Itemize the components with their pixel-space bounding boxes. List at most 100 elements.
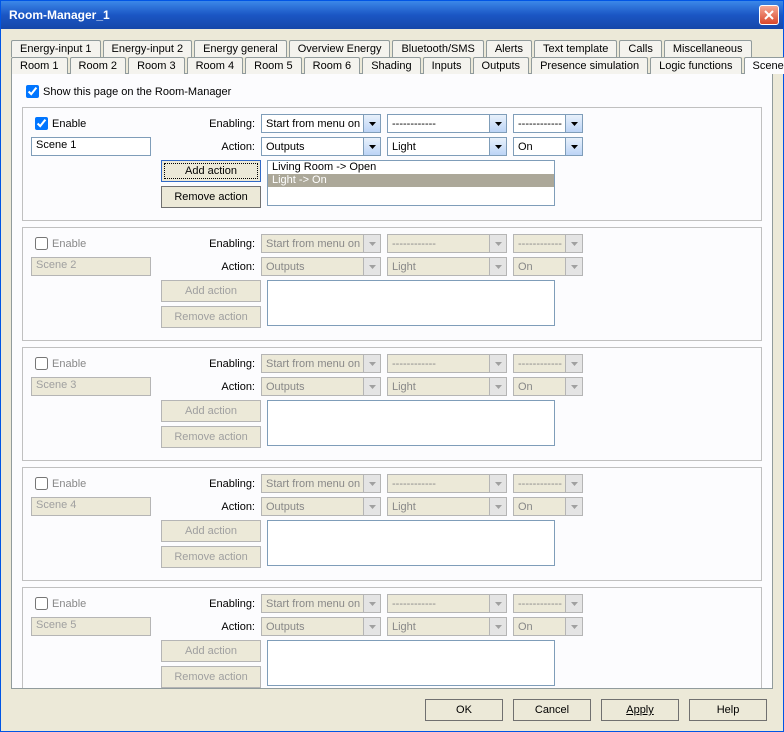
chevron-down-icon: [565, 235, 582, 252]
scene-group-5: EnableEnabling:Start from menu on-------…: [22, 587, 762, 689]
chevron-down-icon: [489, 475, 506, 492]
scene-name-input: Scene 5: [31, 617, 151, 636]
chevron-down-icon: [565, 115, 582, 132]
enable-checkbox[interactable]: [35, 237, 48, 250]
close-button[interactable]: [759, 5, 779, 25]
enable-label: Enable: [52, 358, 86, 370]
select: Light: [387, 377, 507, 396]
cancel-button[interactable]: Cancel: [513, 699, 591, 721]
show-page-label: Show this page on the Room-Manager: [43, 86, 231, 98]
remove-action-button[interactable]: Remove action: [161, 186, 261, 208]
action-label: Action:: [141, 381, 261, 393]
select-value: Start from menu on: [262, 237, 363, 251]
tab-room-4[interactable]: Room 4: [187, 57, 244, 74]
apply-button[interactable]: Apply: [601, 699, 679, 721]
select: Start from menu on: [261, 474, 381, 493]
select-value: ------------: [514, 117, 565, 131]
action-label: Action:: [141, 621, 261, 633]
enabling-label: Enabling:: [141, 238, 261, 250]
tab-room-5[interactable]: Room 5: [245, 57, 302, 74]
show-page-checkbox[interactable]: [26, 85, 39, 98]
window-title: Room-Manager_1: [5, 8, 110, 22]
select: Outputs: [261, 377, 381, 396]
enable-label: Enable: [52, 478, 86, 490]
chevron-down-icon: [489, 258, 506, 275]
select-value: Light: [388, 500, 489, 514]
scenes-host: EnableEnabling:Start from menu on-------…: [22, 107, 762, 689]
tab-shading[interactable]: Shading: [362, 57, 420, 74]
chevron-down-icon: [565, 498, 582, 515]
scene-name-input: Scene 2: [31, 257, 151, 276]
tab-energy-input-1[interactable]: Energy-input 1: [11, 40, 101, 57]
chevron-down-icon: [363, 378, 380, 395]
select[interactable]: ------------: [387, 114, 507, 133]
select: On: [513, 497, 583, 516]
show-page-row: Show this page on the Room-Manager: [22, 82, 762, 101]
scene-group-4: EnableEnabling:Start from menu on-------…: [22, 467, 762, 581]
select[interactable]: On: [513, 137, 583, 156]
action-label: Action:: [141, 141, 261, 153]
enable-checkbox[interactable]: [35, 117, 48, 130]
list-item[interactable]: Living Room -> Open: [268, 161, 554, 174]
tab-outputs[interactable]: Outputs: [473, 57, 530, 74]
scene-name-input[interactable]: Scene 1: [31, 137, 151, 156]
tab-logic-functions[interactable]: Logic functions: [650, 57, 741, 74]
enable-label: Enable: [52, 118, 86, 130]
content: Energy-input 1Energy-input 2Energy gener…: [1, 29, 783, 731]
select: ------------: [513, 234, 583, 253]
enable-checkbox[interactable]: [35, 477, 48, 490]
select: Start from menu on: [261, 594, 381, 613]
tab-room-6[interactable]: Room 6: [304, 57, 361, 74]
select: On: [513, 377, 583, 396]
tab-energy-general[interactable]: Energy general: [194, 40, 287, 57]
tab-miscellaneous[interactable]: Miscellaneous: [664, 40, 752, 57]
add-action-button[interactable]: Add action: [161, 160, 261, 182]
remove-action-button: Remove action: [161, 306, 261, 328]
tab-set: Energy-input 1Energy-input 2Energy gener…: [11, 39, 773, 73]
enabling-label: Enabling:: [141, 118, 261, 130]
chevron-down-icon: [565, 355, 582, 372]
list-item[interactable]: Light -> On: [268, 174, 554, 187]
scene-name-input: Scene 4: [31, 497, 151, 516]
tab-room-2[interactable]: Room 2: [70, 57, 127, 74]
select-value: ------------: [388, 477, 489, 491]
tab-bluetooth-sms[interactable]: Bluetooth/SMS: [392, 40, 483, 57]
enable-checkbox[interactable]: [35, 357, 48, 370]
select-value: Outputs: [262, 260, 363, 274]
tab-room-1[interactable]: Room 1: [11, 57, 68, 74]
select[interactable]: Light: [387, 137, 507, 156]
select: Start from menu on: [261, 234, 381, 253]
tab-overview-energy[interactable]: Overview Energy: [289, 40, 391, 57]
scene-group-1: Enable Enabling:Start from menu on -------…: [22, 107, 762, 221]
select[interactable]: Outputs: [261, 137, 381, 156]
actions-listbox: [267, 520, 555, 566]
enabling-label: Enabling:: [141, 358, 261, 370]
scene-group-3: EnableEnabling:Start from menu on-------…: [22, 347, 762, 461]
actions-listbox: [267, 640, 555, 686]
ok-button[interactable]: OK: [425, 699, 503, 721]
select-value: Start from menu on: [262, 597, 363, 611]
scene-name-input: Scene 3: [31, 377, 151, 396]
enable-checkbox[interactable]: [35, 597, 48, 610]
select-value: ------------: [514, 477, 565, 491]
enabling-label: Enabling:: [141, 598, 261, 610]
tab-energy-input-2[interactable]: Energy-input 2: [103, 40, 193, 57]
tab-calls[interactable]: Calls: [619, 40, 661, 57]
actions-listbox[interactable]: Living Room -> OpenLight -> On: [267, 160, 555, 206]
select-value: On: [514, 260, 565, 274]
select[interactable]: Start from menu on: [261, 114, 381, 133]
chevron-down-icon: [363, 618, 380, 635]
chevron-down-icon: [565, 138, 582, 155]
select: On: [513, 617, 583, 636]
select[interactable]: ------------: [513, 114, 583, 133]
enable-label: Enable: [52, 238, 86, 250]
tab-inputs[interactable]: Inputs: [423, 57, 471, 74]
tab-presence-simulation[interactable]: Presence simulation: [531, 57, 648, 74]
tab-scenes[interactable]: Scenes: [744, 57, 784, 74]
select-value: Start from menu on: [262, 357, 363, 371]
select: ------------: [387, 234, 507, 253]
help-button[interactable]: Help: [689, 699, 767, 721]
tab-room-3[interactable]: Room 3: [128, 57, 185, 74]
tab-alerts[interactable]: Alerts: [486, 40, 532, 57]
tab-text-template[interactable]: Text template: [534, 40, 617, 57]
